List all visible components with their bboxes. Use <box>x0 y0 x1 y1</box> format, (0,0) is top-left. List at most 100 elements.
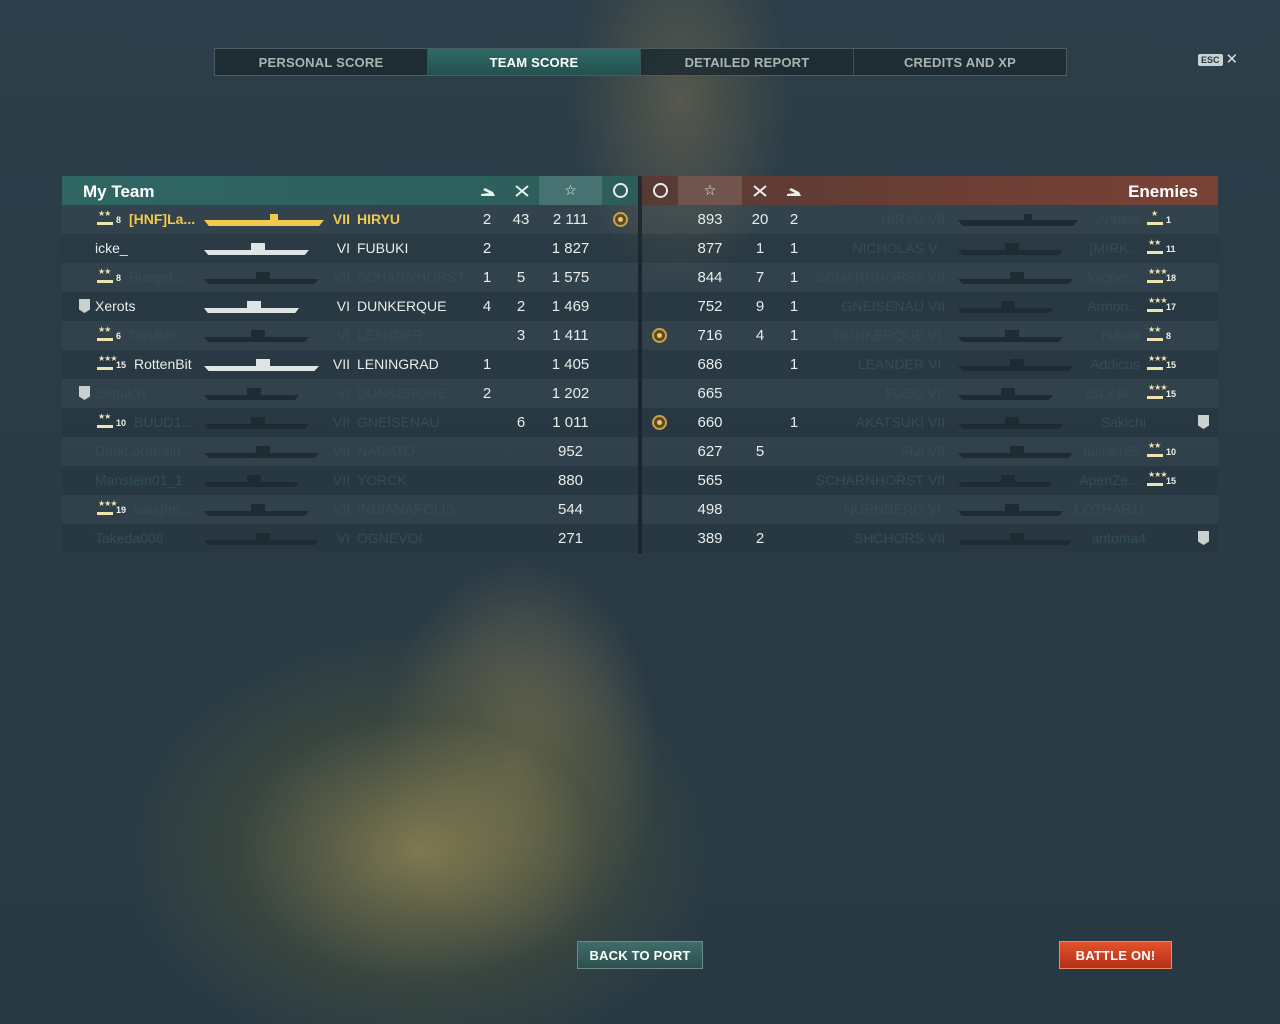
rank-level: 8 <box>1166 330 1172 341</box>
base-xp: 565 <box>697 472 723 489</box>
service-rank: 15 <box>1147 379 1176 408</box>
planes-destroyed: 2 <box>789 211 799 228</box>
enemy-row[interactable]: 893 20 2 HIRYUVII Anukat 1 <box>642 205 1218 234</box>
division-badge-icon <box>79 299 90 313</box>
team-row[interactable]: 6 DasBer... VI LEANDER 3 1 411 <box>62 321 638 350</box>
base-xp: 844 <box>697 269 723 286</box>
ship-tier: VII <box>332 414 350 430</box>
enemy-row[interactable]: 627 5 FIJIVII fuchs165 10 <box>642 437 1218 466</box>
ship-name: SCHARNHORST <box>357 269 466 285</box>
player-name: ni4ata <box>1101 327 1140 343</box>
rank-level: 1 <box>1166 214 1172 225</box>
enemy-row[interactable]: 389 2 SHCHORS VII antoma4 <box>642 524 1218 553</box>
ship-silhouette-icon <box>958 417 1063 429</box>
base-xp: 1 202 <box>551 385 590 402</box>
planes-destroyed <box>474 321 500 350</box>
rank-chevron-icon <box>97 209 113 225</box>
planes-destroyed: 1 <box>789 327 799 344</box>
tab-personal-score[interactable]: PERSONAL SCORE <box>215 49 428 75</box>
planes-destroyed <box>474 495 500 524</box>
service-rank: 8 <box>97 263 121 292</box>
rank-level: 10 <box>116 417 127 428</box>
close-icon: ✕ <box>1225 51 1239 68</box>
rank-chevron-icon <box>97 412 113 428</box>
team-row[interactable]: 19 vaughn... VII INDIANAPOLIS 544 <box>62 495 638 524</box>
ship-silhouette-icon <box>958 388 1053 400</box>
tab-detailed-report[interactable]: DETAILED REPORT <box>641 49 854 75</box>
ship-tier: VI <box>336 385 350 401</box>
ship-name: FUSO <box>885 385 924 401</box>
enemy-row[interactable]: 844 7 1 SCHARNHORSTVII loicpet... 18 <box>642 263 1218 292</box>
enemy-row[interactable]: 716 4 1 DUNKERQUEVI ni4ata 8 <box>642 321 1218 350</box>
ship-silhouette-icon <box>204 272 319 284</box>
ship-name: INDIANAPOLIS <box>357 501 456 517</box>
team-row[interactable]: Sepulch VI DUNKERQUE 2 1 202 <box>62 379 638 408</box>
medal-icon <box>652 415 667 430</box>
team-row[interactable]: Manstein01_1 VII YORCK 880 <box>62 466 638 495</box>
rank-level: 8 <box>116 214 122 225</box>
team-row[interactable]: 10 BUUD1... VII GNEISENAU 6 1 011 <box>62 408 638 437</box>
ships-destroyed <box>508 350 534 379</box>
battle-on-button[interactable]: BATTLE ON! <box>1059 941 1172 969</box>
enemy-row[interactable]: 752 9 1 GNEISENAUVII Armon... 17 <box>642 292 1218 321</box>
medal-icon <box>652 328 667 343</box>
tab-credits-and-xp[interactable]: CREDITS AND XP <box>854 49 1066 75</box>
enemy-row[interactable]: 665 FUSOVI [SLK]a... 15 <box>642 379 1218 408</box>
ship-silhouette-icon <box>204 301 299 313</box>
ship-tier: VII <box>928 443 946 459</box>
ship-silhouette-icon <box>204 359 319 371</box>
planes-destroyed <box>474 437 500 466</box>
planes-destroyed: 2 <box>482 385 492 402</box>
ship-tier: VI <box>336 530 350 546</box>
base-xp: 660 <box>697 414 723 431</box>
team-row[interactable]: 8 [HNF]La... VII HIRYU 2 43 2 111 <box>62 205 638 234</box>
ship-tier: VI <box>928 501 942 517</box>
my-team-header: My Team ☆ <box>62 176 638 205</box>
enemy-row[interactable]: 565 SCHARNHORSTVII ApenZe... 15 <box>642 466 1218 495</box>
ships-destroyed: 9 <box>755 298 765 315</box>
tab-team-score[interactable]: TEAM SCORE <box>428 49 641 75</box>
team-row[interactable]: Xerots VI DUNKERQUE 4 2 1 469 <box>62 292 638 321</box>
ship-name: DUNKERQUE <box>357 298 447 314</box>
team-row[interactable]: icke_ VI FUBUKI 2 1 827 <box>62 234 638 263</box>
enemy-row[interactable]: 660 1 AKATSUKI VII Sakichi <box>642 408 1218 437</box>
enemies-panel: ☆ Enemies 893202HIRYUVIIAnukat187711NICH… <box>642 176 1218 554</box>
ship-silhouette-icon <box>958 243 1063 255</box>
base-xp: 752 <box>697 298 723 315</box>
service-rank: 17 <box>1147 292 1176 321</box>
rank-level: 11 <box>1166 243 1176 254</box>
planes-destroyed: 2 <box>482 240 492 257</box>
base-xp: 1 411 <box>552 327 589 344</box>
player-name: [MIRK... <box>1089 240 1140 256</box>
enemy-row[interactable]: 498 NÜRNBERG VI LOTHAR11 <box>642 495 1218 524</box>
team-row[interactable]: 15 RottenBit VII LENINGRAD 1 1 405 <box>62 350 638 379</box>
player-name: icke_ <box>95 240 128 256</box>
ship-silhouette-icon <box>958 214 1078 226</box>
ship-silhouette-icon <box>204 533 319 545</box>
player-name: Addicus <box>1090 356 1140 372</box>
ship-name: OGNEVOI <box>357 530 423 546</box>
base-xp: 1 469 <box>551 298 590 315</box>
ship-silhouette-icon <box>204 243 309 255</box>
team-row[interactable]: Takeda008 VI OGNEVOI 271 <box>62 524 638 553</box>
base-xp: 952 <box>557 443 584 460</box>
enemy-row[interactable]: 686 1 LEANDERVI Addicus 15 <box>642 350 1218 379</box>
planes-destroyed <box>474 466 500 495</box>
ship-tier: V <box>928 240 938 256</box>
back-to-port-button[interactable]: BACK TO PORT <box>577 941 703 969</box>
rank-chevron-icon <box>97 267 113 283</box>
close-button[interactable]: ESC ✕ <box>1198 51 1239 68</box>
team-row[interactable]: 8 Buegel... VII SCHARNHORST 1 5 1 575 <box>62 263 638 292</box>
my-team-panel: My Team ☆ 8[HNF]La...VIIHIRYU2432 111ick… <box>62 176 638 554</box>
planes-destroyed <box>780 466 808 495</box>
ship-name: DUNKERQUE <box>834 327 924 343</box>
ships-destroyed <box>746 350 774 379</box>
ship-name: LEANDER <box>357 327 424 343</box>
ship-name: FIJI <box>900 443 924 459</box>
service-rank: 10 <box>97 408 126 437</box>
enemy-row[interactable]: 87711NICHOLASV[MIRK...11 <box>642 234 1218 263</box>
base-xp: 1 011 <box>552 414 589 431</box>
team-row[interactable]: DarkLordKain VII NAGATO 952 <box>62 437 638 466</box>
player-name: DasBer... <box>129 327 187 343</box>
rank-chevron-icon <box>1147 441 1163 457</box>
